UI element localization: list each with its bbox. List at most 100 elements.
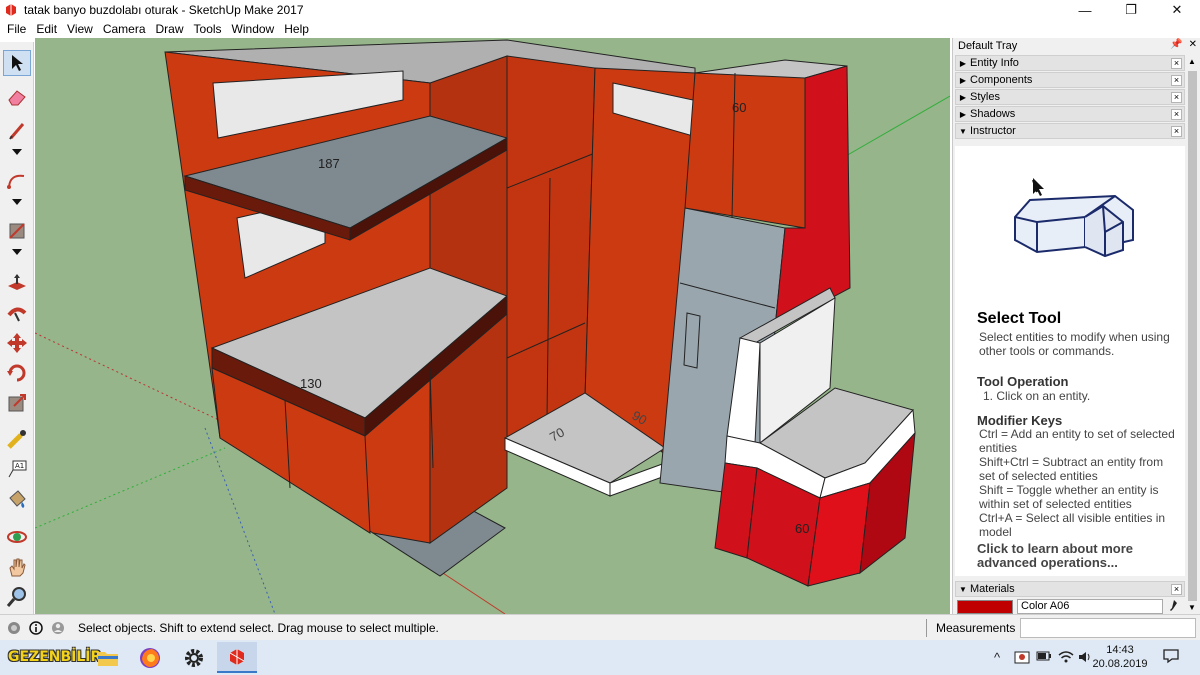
panel-close-icon[interactable]: × <box>1171 126 1182 137</box>
capture-tool-icon[interactable] <box>1014 650 1030 667</box>
clock-time: 14:43 <box>1106 644 1134 656</box>
panel-close-icon[interactable]: × <box>1171 109 1182 120</box>
menu-file[interactable]: File <box>2 22 31 36</box>
arc-tool-button[interactable] <box>3 168 31 194</box>
notification-icon[interactable] <box>1163 648 1179 667</box>
default-tray: Default Tray 📌 ✕ ▶ Entity Info × ▶ Compo… <box>952 38 1200 614</box>
eraser-tool-button[interactable] <box>3 84 31 110</box>
door-handle <box>683 312 701 369</box>
taskbar-settings[interactable] <box>174 642 214 673</box>
tape-measure-tool-button[interactable] <box>3 426 31 452</box>
menu-camera[interactable]: Camera <box>98 22 151 36</box>
hand-icon <box>9 558 26 577</box>
taskbar-sketchup[interactable] <box>217 642 257 673</box>
panel-shadows[interactable]: ▶ Shadows × <box>955 106 1185 122</box>
chevron-down-icon[interactable] <box>11 198 23 206</box>
minimize-button[interactable]: — <box>1062 0 1108 20</box>
paint-bucket-icon <box>9 490 26 508</box>
user-account-icon[interactable] <box>50 620 66 636</box>
scroll-up-icon[interactable]: ▲ <box>1188 57 1196 66</box>
eraser-icon <box>8 90 26 106</box>
close-button[interactable]: ✕ <box>1154 0 1200 20</box>
menu-draw[interactable]: Draw <box>151 22 189 36</box>
clock-date: 20.08.2019 <box>1092 658 1148 670</box>
push-pull-tool-button[interactable] <box>3 270 31 296</box>
taskbar-file-explorer[interactable] <box>88 642 128 673</box>
line-tool-button[interactable] <box>3 118 31 144</box>
zoom-tool-button[interactable] <box>3 584 31 610</box>
rotate-tool-button[interactable] <box>3 360 31 386</box>
menu-view[interactable]: View <box>62 22 98 36</box>
text-tool-button[interactable]: A1 <box>3 456 31 482</box>
title-bar: tatak banyo buzdolabı oturak - SketchUp … <box>0 0 1200 20</box>
rectangle-tool-button[interactable] <box>3 218 31 244</box>
pan-tool-button[interactable] <box>3 554 31 580</box>
select-tool-button[interactable] <box>3 50 31 76</box>
tray-scrollbar[interactable]: ▲ ▼ <box>1186 55 1199 614</box>
paint-bucket-tool-button[interactable] <box>3 486 31 512</box>
volume-icon[interactable] <box>1078 650 1092 667</box>
panel-label: Entity Info <box>970 57 1019 69</box>
orbit-tool-button[interactable] <box>3 524 31 550</box>
system-clock[interactable]: 14:43 20.08.2019 <box>1092 643 1148 671</box>
text-label-icon: A1 <box>8 460 27 478</box>
battery-icon[interactable] <box>1036 650 1052 665</box>
follow-me-icon <box>7 307 27 322</box>
sketchup-icon <box>229 648 245 665</box>
menu-window[interactable]: Window <box>227 22 280 36</box>
menu-edit[interactable]: Edit <box>31 22 62 36</box>
menu-tools[interactable]: Tools <box>189 22 227 36</box>
current-material-swatch[interactable] <box>957 600 1013 614</box>
caret-right-icon: ▶ <box>959 109 967 119</box>
panel-close-icon[interactable]: × <box>1171 584 1182 595</box>
panel-instructor[interactable]: ▼ Instructor × <box>955 123 1185 139</box>
panel-close-icon[interactable]: × <box>1171 58 1182 69</box>
menu-bar: File Edit View Camera Draw Tools Window … <box>0 20 1200 38</box>
scale-tool-button[interactable] <box>3 390 31 416</box>
panel-close-icon[interactable]: × <box>1171 92 1182 103</box>
tray-close-icon[interactable]: ✕ <box>1189 39 1197 50</box>
panel-label: Instructor <box>970 125 1016 137</box>
scroll-down-icon[interactable]: ▼ <box>1188 603 1196 612</box>
caret-right-icon: ▶ <box>959 92 967 102</box>
scale-icon <box>8 394 26 412</box>
panel-styles[interactable]: ▶ Styles × <box>955 89 1185 105</box>
wifi-icon[interactable] <box>1058 650 1074 667</box>
chevron-down-icon[interactable] <box>11 248 23 256</box>
panel-materials[interactable]: ▼ Materials × <box>955 581 1185 597</box>
panel-label: Components <box>970 74 1033 86</box>
geo-location-icon[interactable] <box>6 620 22 636</box>
panel-components[interactable]: ▶ Components × <box>955 72 1185 88</box>
status-message: Select objects. Shift to extend select. … <box>78 620 439 635</box>
measurements-input[interactable] <box>1020 618 1196 638</box>
panel-label: Shadows <box>970 108 1016 120</box>
maximize-button[interactable]: ❐ <box>1108 0 1154 20</box>
move-tool-button[interactable] <box>3 330 31 356</box>
arrow-cursor-icon <box>12 55 23 71</box>
gear-icon <box>185 648 203 667</box>
sample-paint-icon[interactable] <box>1167 599 1181 614</box>
chevron-up-icon[interactable]: ^ <box>994 650 1000 665</box>
menu-help[interactable]: Help <box>279 22 314 36</box>
windows-taskbar: GEZENBİLİR ^ 14:43 20.08.2019 <box>0 640 1200 675</box>
taskbar-firefox[interactable] <box>130 642 170 673</box>
follow-me-tool-button[interactable] <box>3 300 31 326</box>
info-icon[interactable] <box>28 620 44 636</box>
folder-icon <box>98 651 118 666</box>
instructor-content: Select Tool Select entities to modify wh… <box>955 146 1185 576</box>
model-viewport[interactable]: 187 130 60 70 90 60 <box>35 38 950 614</box>
panel-entity-info[interactable]: ▶ Entity Info × <box>955 55 1185 71</box>
modifier-ctrl-a: Ctrl+A = Select all visible entities in … <box>979 511 1166 539</box>
panel-close-icon[interactable]: × <box>1171 75 1182 86</box>
pencil-icon <box>9 123 25 140</box>
chevron-down-icon[interactable] <box>11 148 23 156</box>
material-name-field[interactable]: Color A06 <box>1017 599 1163 614</box>
scroll-thumb[interactable] <box>1188 71 1197 601</box>
modifier-ctrl: Ctrl = Add an entity to set of selected … <box>979 427 1175 455</box>
advanced-operations-link[interactable]: Click to learn about more advanced opera… <box>977 542 1177 570</box>
modifier-shift: Shift = Toggle whether an entity is with… <box>979 483 1159 511</box>
modifier-keys-heading: Modifier Keys <box>977 413 1063 428</box>
pin-icon[interactable]: 📌 <box>1170 39 1182 50</box>
push-pull-icon <box>8 274 26 290</box>
dimension-label-upper-shelf: 187 <box>318 156 340 171</box>
